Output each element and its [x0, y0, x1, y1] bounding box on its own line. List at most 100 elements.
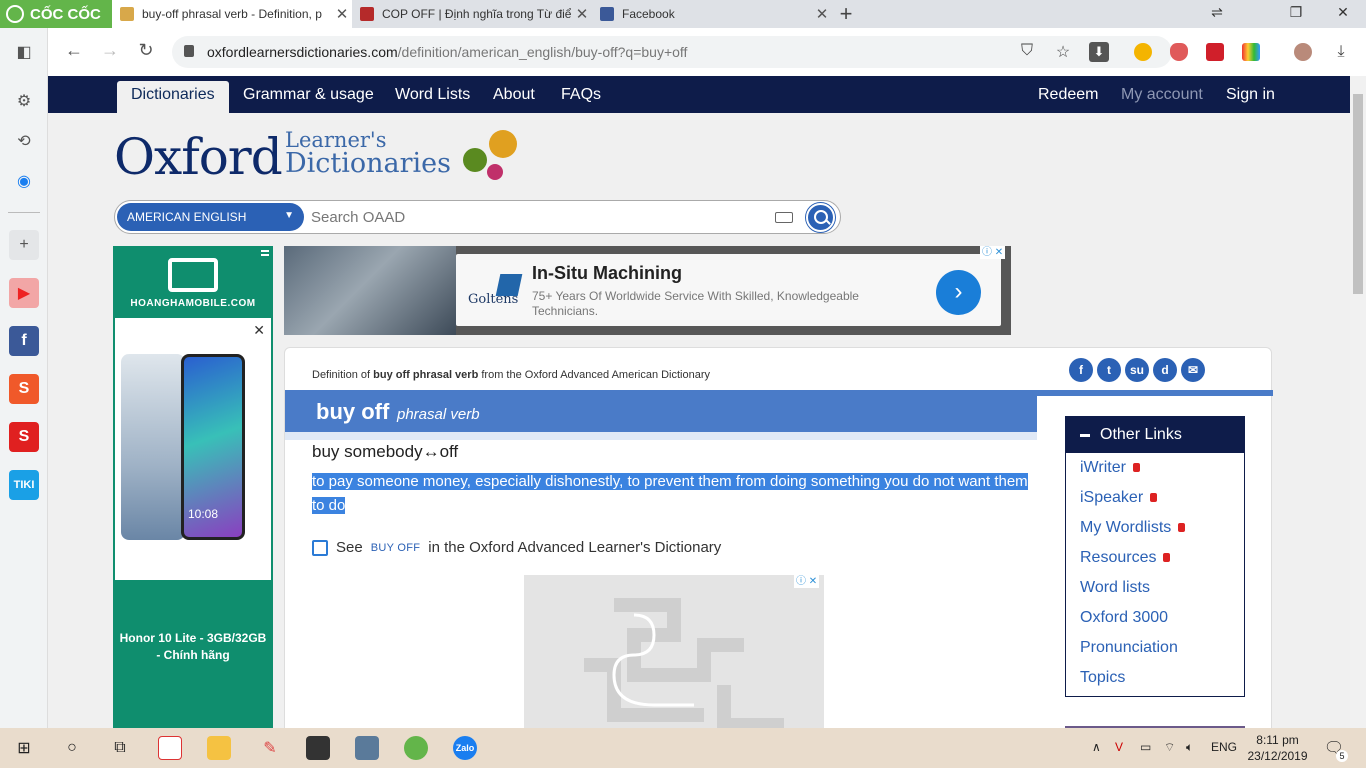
other-link-topics[interactable]: Topics — [1080, 669, 1125, 687]
action-center-icon[interactable]: 🗨︎ 5 — [1322, 736, 1348, 762]
calendar-app-icon[interactable] — [158, 736, 182, 760]
download-video-icon[interactable]: ⬇ — [1089, 42, 1109, 62]
stumbleupon-share-icon[interactable]: su — [1125, 358, 1149, 382]
star-icon[interactable]: ☆ — [1053, 42, 1073, 62]
paint-app-icon[interactable]: ✎ — [258, 736, 282, 760]
nav-word-lists[interactable]: Word Lists — [395, 86, 470, 104]
shield-icon[interactable]: ⛉ — [1017, 42, 1037, 60]
see-also-link[interactable]: See BUY OFF in the Oxford Advanced Learn… — [312, 539, 721, 556]
other-link-oxford-3000[interactable]: Oxford 3000 — [1080, 609, 1168, 627]
forward-icon[interactable]: → — [98, 40, 122, 61]
back-icon[interactable]: ← — [62, 40, 86, 61]
coccoc-taskbar-icon[interactable] — [404, 736, 428, 760]
facebook-icon[interactable]: f — [9, 326, 39, 356]
lock-icon — [1132, 463, 1140, 472]
add-icon[interactable]: + — [9, 230, 39, 260]
tab-facebook[interactable]: Facebook ✕ — [592, 0, 832, 28]
close-icon[interactable]: ✕ — [253, 322, 265, 339]
zalo-icon[interactable]: Zalo — [453, 736, 477, 760]
window-close-icon[interactable]: ✕ — [1333, 4, 1353, 21]
tab-cop-off[interactable]: COP OFF | Định nghĩa trong Từ điể ✕ — [352, 0, 592, 28]
sidebar-toggle-icon[interactable]: ◧ — [9, 37, 39, 67]
color-extension-icon[interactable] — [1242, 43, 1260, 61]
snipping-tool-icon[interactable] — [355, 736, 379, 760]
adchoices-icon[interactable]: ⓘ ✕ — [794, 575, 820, 588]
twitter-share-icon[interactable]: t — [1097, 358, 1121, 382]
history-icon[interactable]: ⟲ — [9, 126, 39, 156]
delicious-share-icon[interactable]: d — [1153, 358, 1177, 382]
search-button[interactable] — [806, 203, 835, 232]
dictionary-select[interactable]: AMERICAN ENGLISH ▼ — [117, 203, 304, 231]
middle-ad[interactable]: ⓘ ✕ — [524, 575, 824, 728]
search-bar: AMERICAN ENGLISH ▼ Search OAAD — [114, 200, 841, 234]
logo-spheres-icon — [463, 130, 517, 180]
other-link-my-wordlists[interactable]: My Wordlists — [1080, 519, 1186, 537]
close-icon[interactable]: ✕ — [332, 5, 352, 23]
messenger-icon[interactable]: ◉ — [9, 166, 39, 196]
coccoc-extension-icon[interactable] — [1134, 43, 1152, 61]
entry-panel: Definition of buy off phrasal verb from … — [284, 347, 1273, 728]
sticky-notes-icon[interactable] — [306, 736, 330, 760]
close-icon[interactable]: ✕ — [812, 5, 832, 23]
nav-faqs[interactable]: FAQs — [561, 86, 601, 104]
scrollbar-thumb[interactable] — [1353, 94, 1363, 294]
close-icon[interactable]: ✕ — [572, 5, 592, 23]
tiki-icon[interactable]: TIKI — [9, 470, 39, 500]
shopee-icon[interactable]: S — [9, 374, 39, 404]
youtube-icon[interactable]: ▶ — [9, 278, 39, 308]
nav-dictionaries[interactable]: Dictionaries — [117, 81, 229, 113]
nav-about[interactable]: About — [493, 86, 535, 104]
tab-search-icon[interactable]: ⇌ — [1207, 4, 1227, 21]
tab-title: COP OFF | Định nghĩa trong Từ điể — [382, 7, 572, 21]
other-link-resources[interactable]: Resources — [1080, 549, 1171, 567]
chevron-up-icon[interactable]: ∧ — [1092, 740, 1101, 754]
browser-logo[interactable]: CỐC CỐC — [0, 0, 112, 28]
adchoices-icon[interactable]: ⓘ ✕ — [980, 246, 1006, 259]
address-bar[interactable]: oxfordlearnersdictionaries.com/definitio… — [172, 36, 1172, 68]
menu-icon[interactable] — [261, 250, 269, 256]
keyboard-icon[interactable] — [775, 212, 793, 223]
email-share-icon[interactable]: ✉ — [1181, 358, 1205, 382]
search-icon[interactable]: ○ — [60, 736, 84, 760]
clock[interactable]: 8:11 pm 23/12/2019 — [1245, 732, 1310, 764]
battery-icon[interactable]: ▭ — [1140, 740, 1151, 754]
tab-buy-off[interactable]: buy-off phrasal verb - Definition, p ✕ — [112, 0, 352, 28]
volume-icon[interactable]: 🔈︎ — [1186, 740, 1193, 755]
other-links-header[interactable]: Other Links — [1066, 417, 1244, 453]
task-view-icon[interactable]: ⧉ — [108, 736, 132, 760]
chevron-right-icon[interactable]: › — [936, 270, 981, 315]
nav-sign-in[interactable]: Sign in — [1226, 86, 1275, 104]
notification-count: 5 — [1336, 750, 1348, 762]
nav-my-account[interactable]: My account — [1121, 86, 1203, 104]
other-link-ispeaker[interactable]: iSpeaker — [1080, 489, 1158, 507]
hoangha-logo-icon — [168, 258, 218, 292]
windows-start-icon[interactable]: ⊞ — [12, 736, 36, 760]
coccoc-icon — [6, 5, 24, 23]
left-ad[interactable]: HOANGHAMOBILE.COM ✕ 10:08 Honor 10 Lite … — [113, 246, 273, 728]
banner-ad[interactable]: Goltens In-Situ Machining 75+ Years Of W… — [284, 246, 1011, 335]
nav-redeem[interactable]: Redeem — [1038, 86, 1098, 104]
download-icon[interactable]: ⤓ — [1331, 43, 1351, 61]
avatar[interactable] — [1294, 43, 1312, 61]
reload-icon[interactable]: ↻ — [134, 40, 158, 61]
wifi-icon[interactable]: ⌔ — [1164, 740, 1175, 755]
facebook-share-icon[interactable]: f — [1069, 358, 1093, 382]
restore-icon[interactable]: ❐ — [1286, 4, 1306, 21]
language-indicator[interactable]: ENG — [1211, 740, 1237, 754]
adblock-icon[interactable] — [1170, 43, 1188, 61]
search-input[interactable]: Search OAAD — [311, 209, 405, 226]
other-link-pronunciation[interactable]: Pronunciation — [1080, 639, 1178, 657]
nav-grammar-usage[interactable]: Grammar & usage — [243, 86, 374, 104]
lazada-icon[interactable]: S — [9, 422, 39, 452]
unikey-icon[interactable]: V — [1115, 740, 1123, 754]
other-link-word-lists[interactable]: Word lists — [1080, 579, 1150, 597]
caret-down-icon: ▼ — [284, 210, 294, 221]
ad-product-area: ✕ 10:08 — [115, 318, 271, 580]
dictionary-extension-icon[interactable] — [1206, 43, 1224, 61]
file-explorer-icon[interactable] — [207, 736, 231, 760]
page-scrollbar[interactable] — [1350, 76, 1366, 728]
gear-icon[interactable]: ⚙ — [9, 86, 39, 116]
new-tab-button[interactable]: + — [836, 3, 856, 25]
oxford-logo[interactable]: Oxford — [114, 128, 283, 186]
other-link-iwriter[interactable]: iWriter — [1080, 459, 1140, 477]
